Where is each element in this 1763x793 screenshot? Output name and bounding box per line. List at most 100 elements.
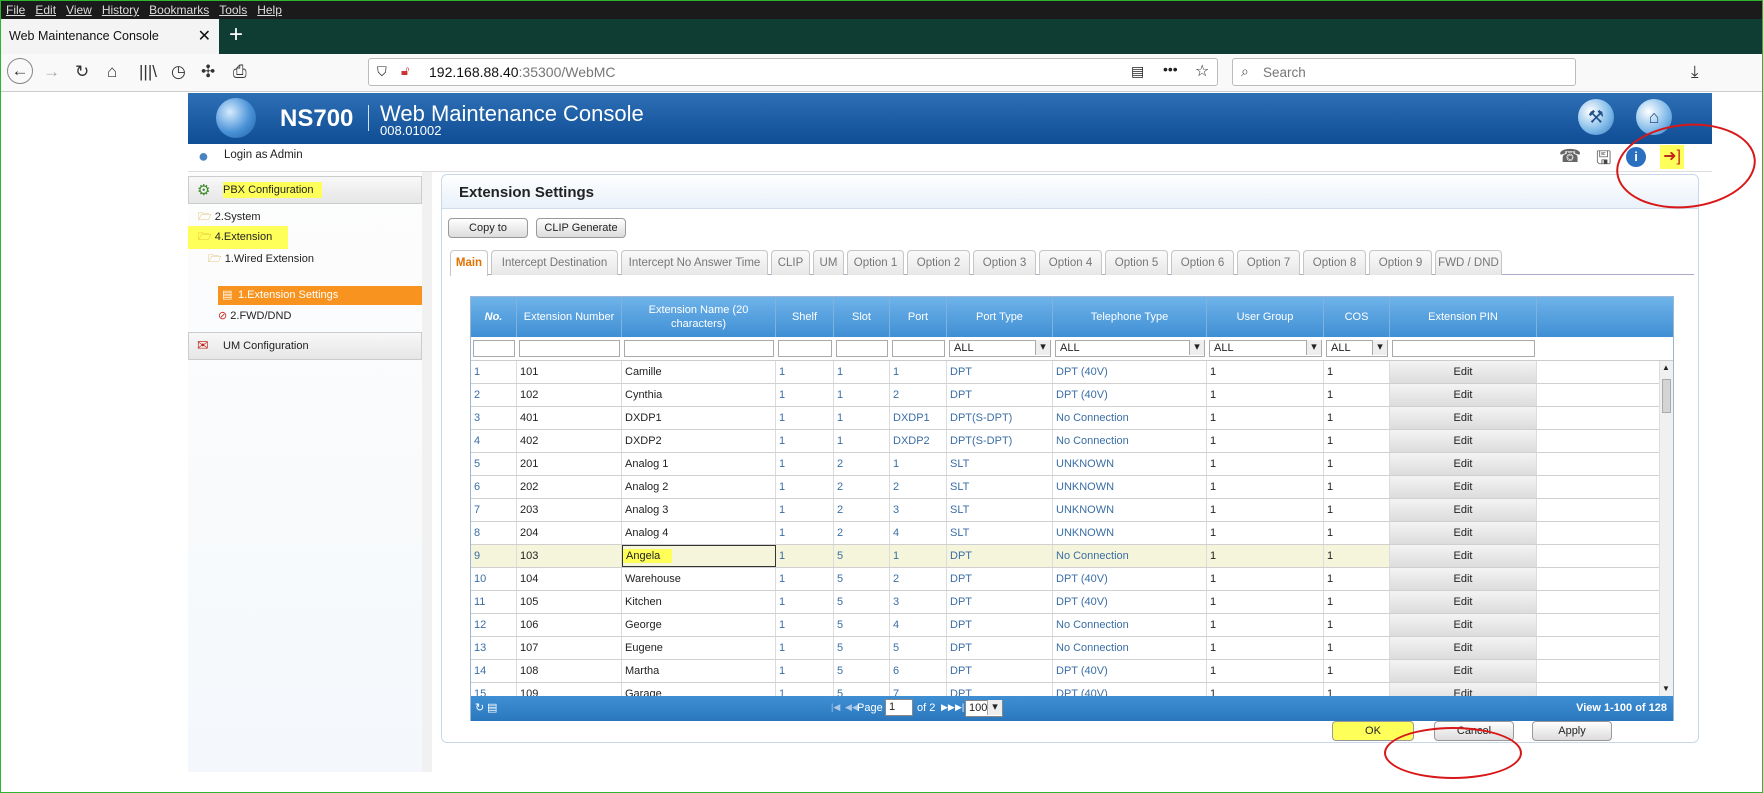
sidebar-scrollbar[interactable] (422, 172, 432, 772)
table-row[interactable]: 6 202 Analog 2 1 2 2 SLT UNKNOWN 1 1 Edit (471, 476, 1659, 499)
clip-generate-button[interactable]: CLIP Generate (536, 218, 626, 238)
next-page-icon[interactable]: ▶▶ (941, 702, 955, 713)
close-icon[interactable]: ✕ (198, 26, 211, 46)
reload-icon[interactable]: ↻ (75, 62, 89, 82)
column-header-port[interactable]: Port (890, 297, 947, 337)
tab-option-1[interactable]: Option 1 (847, 250, 904, 275)
save-icon[interactable]: 🖫︎ (1596, 146, 1611, 176)
table-row[interactable]: 2 102 Cynthia 1 1 2 DPT DPT (40V) 1 1 Edit (471, 384, 1659, 407)
edit-pin-button[interactable]: Edit (1390, 384, 1537, 406)
print-icon[interactable]: ⎙ (233, 62, 247, 82)
filter-port-type-select[interactable]: ALL (949, 340, 1051, 357)
filter-port-input[interactable] (892, 340, 945, 357)
menu-bookmarks[interactable]: Bookmarks (144, 1, 214, 17)
edit-pin-button[interactable]: Edit (1390, 545, 1537, 567)
edit-pin-button[interactable]: Edit (1390, 499, 1537, 521)
bookmark-star-icon[interactable]: ☆ (1195, 61, 1209, 81)
edit-pin-button[interactable]: Edit (1390, 660, 1537, 682)
table-row[interactable]: 9 103 Angela 1 5 1 DPT No Connection 1 1 Edit (471, 545, 1659, 568)
sidebar-group-um[interactable]: ✉ UM Configuration (188, 332, 422, 360)
edit-pin-button[interactable]: Edit (1390, 361, 1537, 383)
table-row[interactable]: 3 401 DXDP1 1 1 DXDP1 DPT(S-DPT) No Connection 1… (471, 407, 1659, 430)
tab-option-6[interactable]: Option 6 (1171, 250, 1234, 275)
edit-pin-button[interactable]: Edit (1390, 614, 1537, 636)
tab-main[interactable]: Main (450, 250, 488, 276)
library-icon[interactable]: |||\ (139, 62, 157, 82)
edit-pin-button[interactable]: Edit (1390, 430, 1537, 452)
copy-to-button[interactable]: Copy to (448, 218, 528, 238)
tab-intercept-no-answer-time[interactable]: Intercept No Answer Time (621, 250, 768, 275)
edit-pin-button[interactable]: Edit (1390, 407, 1537, 429)
table-row[interactable]: 12 106 George 1 5 4 DPT No Connection 1 1 Edit (471, 614, 1659, 637)
tab-fwd-dnd[interactable]: FWD / DND (1435, 250, 1502, 275)
column-header-telephone-type[interactable]: Telephone Type (1053, 297, 1207, 337)
refresh-icon[interactable]: ↻ (475, 701, 484, 714)
history-icon[interactable]: ◷ (171, 62, 186, 82)
table-row[interactable]: 7 203 Analog 3 1 2 3 SLT UNKNOWN 1 1 Edit (471, 499, 1659, 522)
extensions-icon[interactable]: ✣ (201, 62, 215, 82)
tools-icon[interactable]: ⚒ (1578, 99, 1614, 135)
table-row[interactable]: 15 109 Garage 1 5 7 DPT DPT (40V) 1 1 Edit (471, 683, 1659, 696)
page-actions-icon[interactable]: ••• (1163, 61, 1178, 77)
edit-pin-button[interactable]: Edit (1390, 568, 1537, 590)
table-row[interactable]: 1 101 Camille 1 1 1 DPT DPT (40V) 1 1 Edit (471, 361, 1659, 384)
sidebar-item-system[interactable]: 🗁︎ 2.System (198, 208, 261, 227)
edit-pin-button[interactable]: Edit (1390, 637, 1537, 659)
column-header-extension-name[interactable]: Extension Name (20 characters) (622, 297, 776, 337)
tab-option-2[interactable]: Option 2 (907, 250, 970, 275)
tab-option-9[interactable]: Option 9 (1369, 250, 1432, 275)
menu-view[interactable]: View (61, 1, 97, 17)
column-header-port-type[interactable]: Port Type (947, 297, 1053, 337)
filter-extension-name-input[interactable] (624, 340, 774, 357)
browser-tab[interactable]: Web Maintenance Console ✕ (1, 19, 219, 54)
sidebar-item-extension-settings[interactable]: ▤ 1.Extension Settings (218, 286, 422, 305)
column-header-extension-number[interactable]: Extension Number (517, 297, 622, 337)
filter-no-input[interactable] (473, 340, 515, 357)
menu-help[interactable]: Help (252, 1, 287, 17)
scroll-down-icon[interactable]: ▼ (1662, 684, 1670, 693)
scroll-thumb[interactable] (1662, 379, 1671, 413)
scroll-up-icon[interactable]: ▲ (1662, 363, 1670, 372)
edit-pin-button[interactable]: Edit (1390, 522, 1537, 544)
column-header-no[interactable]: No. (471, 297, 517, 337)
menu-file[interactable]: File (1, 1, 30, 17)
phone-icon[interactable]: ☎ (1559, 146, 1581, 167)
table-row[interactable]: 14 108 Martha 1 5 6 DPT DPT (40V) 1 1 Edit (471, 660, 1659, 683)
reader-view-icon[interactable]: ▤ (1131, 63, 1144, 80)
rows-per-page-select[interactable]: 100 (965, 700, 1003, 717)
filter-shelf-input[interactable] (778, 340, 832, 357)
menu-edit[interactable]: Edit (30, 1, 61, 17)
sidebar-item-extension[interactable]: 🗁︎ 4.Extension (188, 226, 289, 249)
tab-clip[interactable]: CLIP (771, 250, 810, 275)
column-header-slot[interactable]: Slot (834, 297, 890, 337)
edit-pin-button[interactable]: Edit (1390, 591, 1537, 613)
table-row[interactable]: 5 201 Analog 1 1 2 1 SLT UNKNOWN 1 1 Edit (471, 453, 1659, 476)
grid-scrollbar[interactable]: ▲ ▼ (1659, 361, 1673, 696)
menu-tools[interactable]: Tools (214, 1, 252, 17)
tab-option-4[interactable]: Option 4 (1039, 250, 1102, 275)
tab-option-3[interactable]: Option 3 (973, 250, 1036, 275)
column-header-user-group[interactable]: User Group (1207, 297, 1324, 337)
column-header-cos[interactable]: COS (1324, 297, 1390, 337)
column-header-extension-pin[interactable]: Extension PIN (1390, 297, 1537, 337)
tab-um[interactable]: UM (813, 250, 844, 275)
sidebar-item-fwd-dnd[interactable]: ⊘ 2.FWD/DND (218, 309, 291, 322)
export-icon[interactable]: ▤ (487, 701, 497, 714)
filter-slot-input[interactable] (836, 340, 888, 357)
edit-pin-button[interactable]: Edit (1390, 683, 1537, 696)
back-icon[interactable]: ← (7, 58, 33, 84)
tab-option-7[interactable]: Option 7 (1237, 250, 1300, 275)
filter-user-group-select[interactable]: ALL (1209, 340, 1322, 357)
tab-option-8[interactable]: Option 8 (1303, 250, 1366, 275)
forward-icon[interactable]: → (43, 62, 60, 82)
sidebar-item-wired-extension[interactable]: 🗁︎ 1.Wired Extension (208, 250, 314, 269)
filter-extension-number-input[interactable] (519, 340, 620, 357)
sidebar-group-pbx[interactable]: ⚙ PBX Configuration (188, 176, 422, 204)
filter-telephone-type-select[interactable]: ALL (1055, 340, 1205, 357)
home-icon[interactable]: ⌂ (107, 62, 117, 82)
search-input[interactable]: ⌕ Search (1232, 58, 1576, 86)
table-row[interactable]: 13 107 Eugene 1 5 5 DPT No Connection 1 1 Edit (471, 637, 1659, 660)
table-row[interactable]: 8 204 Analog 4 1 2 4 SLT UNKNOWN 1 1 Edit (471, 522, 1659, 545)
menu-history[interactable]: History (97, 1, 144, 17)
apply-button[interactable]: Apply (1532, 721, 1612, 741)
